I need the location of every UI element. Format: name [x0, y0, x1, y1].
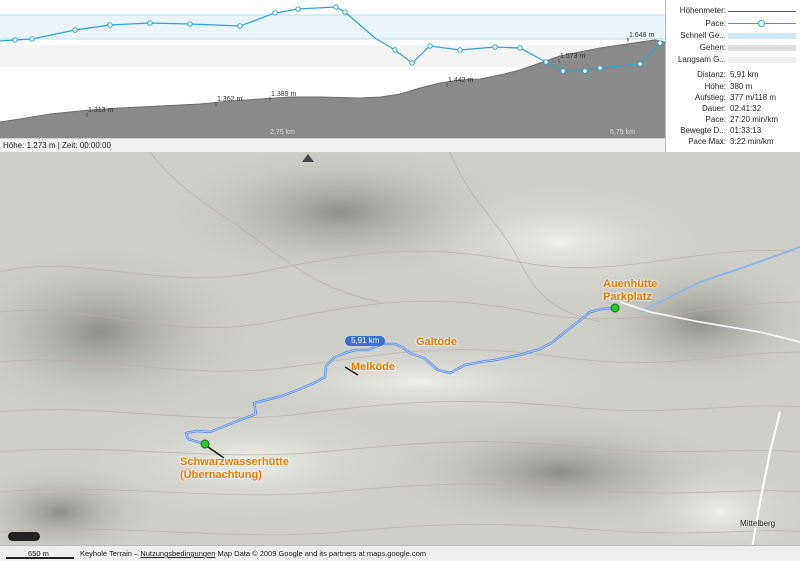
walk-swatch — [728, 45, 796, 51]
legend-walk: Gehen: — [666, 43, 800, 54]
legend-elevation: Höhenmeter: — [666, 6, 800, 17]
stat-distance: Distanz: 5,91 km — [666, 70, 800, 80]
stat-value: 02:41:32 — [730, 104, 762, 113]
distance-label-2: 5,75 km — [610, 129, 635, 136]
stat-value: 377 m/118 m — [730, 93, 777, 102]
stat-label: Höhe: — [704, 82, 726, 91]
fast-walk-swatch — [728, 33, 796, 39]
stat-pace: Pace: 27:20 min/km — [666, 115, 800, 125]
distance-label-1: 2,75 km — [270, 129, 295, 136]
legend-label: Langsam G... — [677, 55, 726, 64]
stat-value: 01:33:13 — [730, 126, 762, 135]
stat-label: Bewegte D... — [680, 126, 726, 135]
stat-label: Dauer: — [701, 104, 726, 113]
slow-walk-swatch — [728, 57, 796, 63]
pace-marker-icon — [758, 20, 765, 27]
start-marker[interactable] — [200, 439, 210, 449]
elev-label-5: 1.573 m — [560, 53, 585, 60]
elev-label-1: 1.313 m — [88, 107, 113, 114]
elevation-swatch — [728, 11, 796, 12]
elevation-profile-panel[interactable]: 1.313 m 1.362 m 1.389 m 1.442 m 1.573 m … — [0, 0, 665, 152]
stat-ascent: Aufstieg: 377 m/118 m — [666, 93, 800, 103]
stat-height: Höhe: 380 m — [666, 82, 800, 92]
stats-panel: Höhenmeter: Pace: Schnell Ge... Gehen: L… — [665, 0, 800, 152]
stat-label: Aufstieg: — [694, 93, 726, 102]
legend-label: Schnell Ge... — [680, 31, 726, 40]
legend-label: Höhenmeter: — [679, 6, 726, 15]
stat-value: 3:22 min/km — [730, 137, 774, 146]
attribution-prefix: Keyhole Terrain – — [80, 549, 139, 558]
place-label-melkode: Melköde — [351, 361, 396, 373]
attribution: Keyhole Terrain – Nutzungsbedingungen Ma… — [80, 549, 426, 558]
attribution-suffix: Map Data © 2009 Google and its partners … — [217, 549, 427, 558]
place-label-galtode: Galtöde — [416, 336, 457, 348]
stat-label: Pace: — [705, 115, 726, 124]
stat-duration: Dauer: 02:41:32 — [666, 104, 800, 114]
place-label-schwarzwasserhuette: Schwarzwasserhütte (Übernachtung) — [180, 456, 289, 481]
terms-link[interactable]: Nutzungsbedingungen — [140, 549, 215, 558]
stat-pace-max: Pace Max: 3:22 min/km — [666, 137, 800, 147]
stat-value: 5,91 km — [730, 70, 759, 79]
legend-fast-walk: Schnell Ge... — [666, 31, 800, 42]
map-scroll-handle[interactable] — [8, 532, 40, 541]
terrain-map[interactable]: 5,91 km Galtöde Melköde Auenhütte Parkpl… — [0, 152, 800, 560]
scale-label: 650 m — [28, 549, 49, 558]
map-footer: 650 m Keyhole Terrain – Nutzungsbedingun… — [0, 545, 800, 561]
terrain-shading — [0, 152, 800, 560]
route-distance-badge: 5,91 km — [345, 336, 386, 346]
stat-value: 27:20 min/km — [730, 115, 779, 124]
legend-label: Gehen: — [699, 43, 726, 52]
stat-label: Pace Max: — [688, 137, 726, 146]
legend-label: Pace: — [705, 19, 726, 28]
legend-pace: Pace: — [666, 19, 800, 30]
profile-status: Höhe: 1.273 m | Zeit: 00:00:00 — [0, 138, 665, 152]
elev-label-4: 1.442 m — [448, 77, 473, 84]
elev-label-3: 1.389 m — [271, 91, 296, 98]
end-marker[interactable] — [610, 303, 620, 313]
place-label-auenhuette: Auenhütte Parkplatz — [603, 278, 658, 303]
elev-label-6: 1.648 m — [629, 32, 654, 39]
legend-slow-walk: Langsam G... — [666, 55, 800, 66]
stat-label: Distanz: — [697, 70, 726, 79]
elevation-profile-chart: 1.313 m 1.362 m 1.389 m 1.442 m 1.573 m … — [0, 4, 665, 138]
elev-label-2: 1.362 m — [217, 96, 242, 103]
stat-value: 380 m — [730, 82, 753, 91]
stat-moving-duration: Bewegte D... 01:33:13 — [666, 126, 800, 136]
place-label-mittelberg: Mittelberg — [740, 519, 776, 528]
